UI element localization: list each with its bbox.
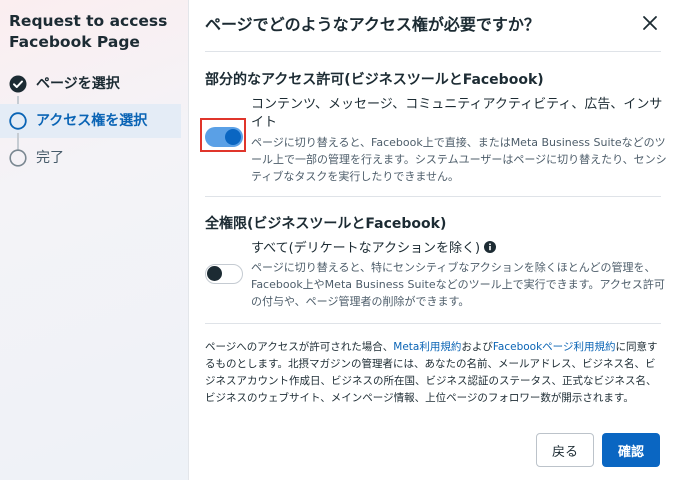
- facebook-page-terms-link[interactable]: Facebookページ利用規約: [493, 341, 616, 353]
- divider: [205, 51, 661, 52]
- consent-text-part: および: [461, 341, 493, 353]
- partial-access-option-title: コンテンツ、メッセージ、コミュニティアクティビティ、広告、インサイト: [251, 97, 663, 130]
- consent-text-part: ページへのアクセスが許可された場合、: [205, 341, 394, 353]
- full-access-option-title: すべて(デリケートなアクションを除く): [251, 241, 481, 256]
- step-label: 完了: [36, 150, 64, 166]
- full-access-option-title-row: すべて(デリケートなアクションを除く): [251, 240, 669, 258]
- meta-terms-link[interactable]: Meta利用規約: [393, 341, 461, 353]
- partial-access-heading: 部分的なアクセス許可(ビジネスツールとFacebook): [205, 72, 544, 88]
- access-dialog: ページでどのようなアクセス権が必要ですか？ 部分的なアクセス許可(ビジネスツール…: [188, 0, 687, 480]
- consent-text: ページへのアクセスが許可された場合、Meta利用規約およびFacebookページ…: [205, 339, 665, 407]
- back-button[interactable]: 戻る: [536, 433, 594, 467]
- divider: [205, 196, 661, 197]
- check-circle-icon: [9, 75, 27, 93]
- divider: [205, 323, 661, 324]
- step-complete[interactable]: 完了: [0, 141, 181, 175]
- full-access-toggle[interactable]: [205, 264, 243, 284]
- sidebar-title: Request to access Facebook Page: [9, 12, 168, 51]
- partial-access-toggle[interactable]: [205, 127, 243, 147]
- info-icon[interactable]: [484, 241, 497, 253]
- toggle-knob: [207, 266, 222, 281]
- sidebar: Request to access Facebook Page ページを選択 ア…: [0, 0, 188, 480]
- step-label: アクセス権を選択: [36, 113, 148, 129]
- toggle-knob: [225, 129, 241, 145]
- step-select-page[interactable]: ページを選択: [0, 67, 181, 101]
- circle-outline-icon: [9, 112, 27, 130]
- dialog-title: ページでどのようなアクセス権が必要ですか？: [205, 15, 540, 34]
- step-select-access[interactable]: アクセス権を選択: [0, 104, 181, 138]
- step-label: ページを選択: [36, 76, 120, 92]
- partial-access-description: ページに切り替えると、Facebook上で直接、またはMeta Business…: [251, 136, 667, 183]
- close-icon[interactable]: [641, 14, 659, 32]
- full-access-heading: 全権限(ビジネスツールとFacebook): [205, 216, 447, 232]
- confirm-button[interactable]: 確認: [602, 433, 660, 467]
- full-access-description: ページに切り替えると、特にセンシティブなアクションを除くほとんどの管理を、Fac…: [251, 261, 665, 308]
- circle-outline-icon: [9, 149, 27, 167]
